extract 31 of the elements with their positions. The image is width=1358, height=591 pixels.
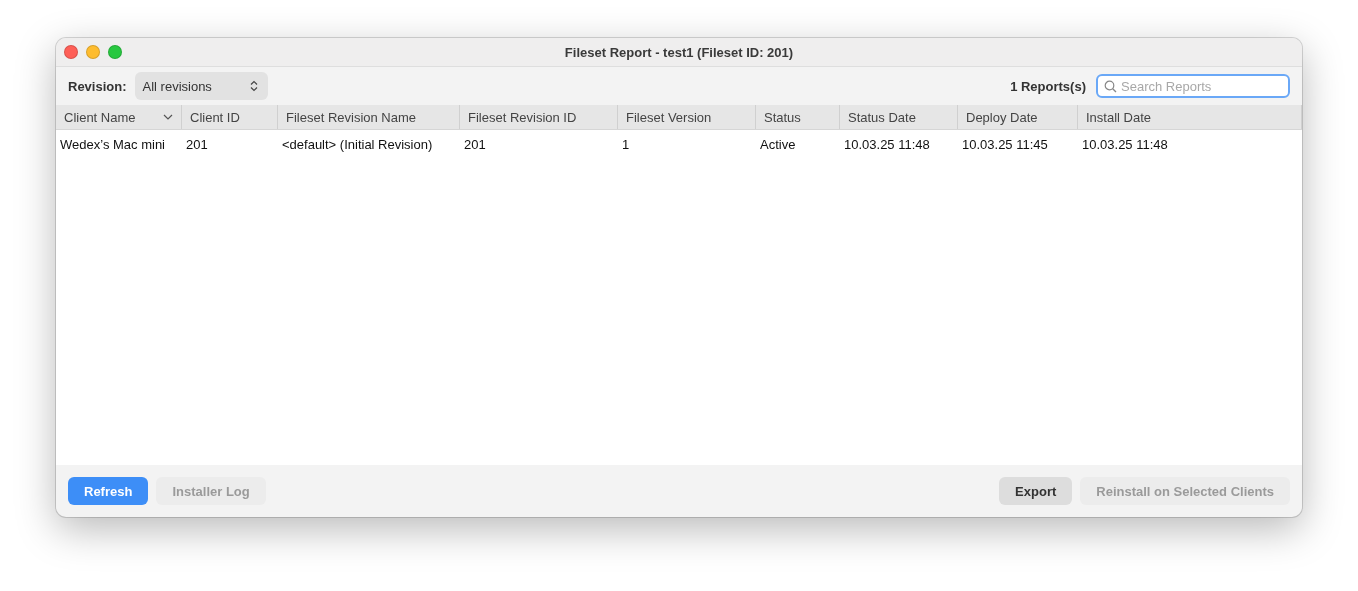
- table-cell-text: 1: [621, 136, 631, 152]
- column-header[interactable]: Status Date: [840, 105, 958, 129]
- column-header[interactable]: Fileset Revision Name: [278, 105, 460, 129]
- stepper-icon: [249, 80, 258, 92]
- report-count: 1 Reports(s): [1010, 78, 1086, 94]
- table-cell-text: 10.03.25 11:48: [1081, 136, 1169, 152]
- column-header[interactable]: Status: [756, 105, 840, 129]
- search-field[interactable]: Search Reports: [1121, 78, 1282, 94]
- zoom-icon[interactable]: [108, 45, 122, 59]
- column-header[interactable]: Fileset Revision ID: [460, 105, 618, 129]
- table-cell-text: Active: [759, 136, 797, 152]
- table-cell-text: <default> (Initial Revision): [281, 136, 434, 152]
- minimize-icon[interactable]: [86, 45, 100, 59]
- table-cell-text: 10.03.25 11:48: [843, 136, 931, 152]
- column-header[interactable]: Fileset Version: [618, 105, 756, 129]
- table-cell-text: Wedex’s Mac mini: [59, 136, 166, 152]
- footer-button[interactable]: Export: [999, 477, 1073, 505]
- column-header[interactable]: Install Date: [1078, 105, 1302, 129]
- column-header[interactable]: Deploy Date: [958, 105, 1078, 129]
- search-icon: [1104, 79, 1117, 93]
- revision-label: Revision:: [68, 78, 127, 94]
- close-icon[interactable]: [64, 45, 78, 59]
- search-box[interactable]: Search Reports: [1096, 74, 1290, 98]
- column-header[interactable]: Client ID: [182, 105, 278, 129]
- chevron-icon: [163, 114, 173, 120]
- window-title: Fileset Report - test1 (Fileset ID: 201): [564, 44, 794, 60]
- table-cell-text: 201: [185, 136, 209, 152]
- revision-dropdown[interactable]: All revisions: [134, 72, 268, 100]
- column-header[interactable]: Client Name: [56, 105, 182, 129]
- table-cell-text: 10.03.25 11:45: [961, 136, 1049, 152]
- table-cell-text: 201: [463, 136, 487, 152]
